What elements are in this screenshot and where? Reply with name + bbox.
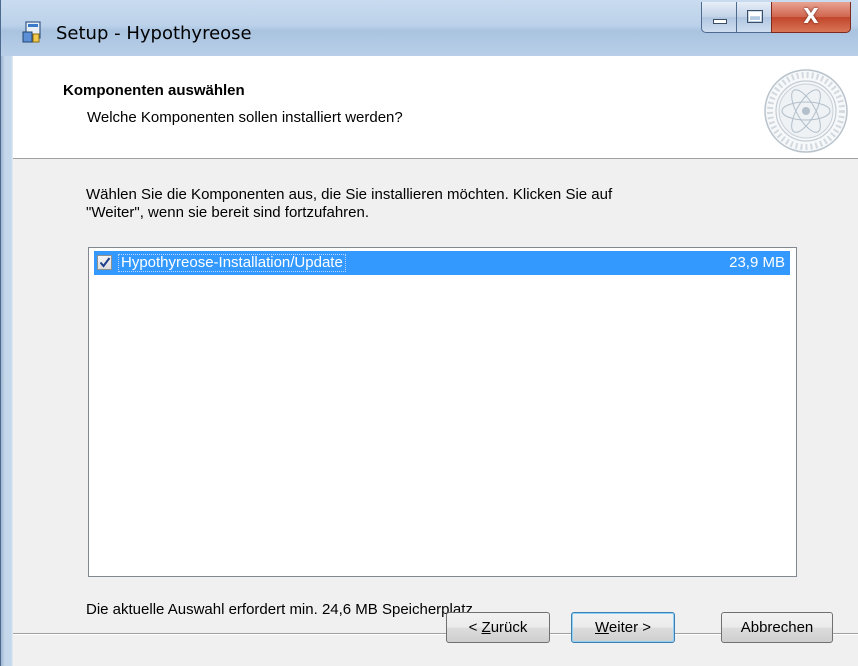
window-title: Setup - Hypothyreose <box>56 23 252 44</box>
back-button[interactable]: < Zurück <box>446 612 550 643</box>
minimize-icon <box>713 19 727 24</box>
component-size: 23,9 MB <box>729 254 785 271</box>
university-seal-icon <box>763 68 849 154</box>
disk-space-status: Die aktuelle Auswahl erfordert min. 24,6… <box>86 601 478 618</box>
next-button-accelerator: W <box>595 619 609 636</box>
back-button-accelerator: Z <box>481 619 491 636</box>
cancel-button[interactable]: Abbrechen <box>721 612 833 643</box>
instruction-text: Wählen Sie die Komponenten aus, die Sie … <box>86 186 786 222</box>
maximize-button[interactable] <box>736 2 772 33</box>
wizard-header: Komponenten auswählen Welche Komponenten… <box>13 56 858 159</box>
instruction-line-1: Wählen Sie die Komponenten aus, die Sie … <box>86 186 613 203</box>
component-checkbox[interactable] <box>97 255 112 270</box>
page-subtitle: Welche Komponenten sollen installiert we… <box>87 109 403 126</box>
title-bar[interactable]: Setup - Hypothyreose X <box>1 0 858 56</box>
dialog-client-area: Komponenten auswählen Welche Komponenten… <box>13 56 858 666</box>
back-button-prefix: < <box>468 619 482 636</box>
components-list[interactable]: Hypothyreose-Installation/Update 23,9 MB <box>88 247 797 577</box>
setup-icon <box>21 20 45 44</box>
list-item[interactable]: Hypothyreose-Installation/Update 23,9 MB <box>94 251 790 275</box>
component-label: Hypothyreose-Installation/Update <box>118 254 346 272</box>
back-button-label: urück <box>490 619 528 636</box>
page-title: Komponenten auswählen <box>63 82 245 99</box>
close-icon: X <box>803 4 819 28</box>
next-button-label: eiter > <box>608 619 651 636</box>
instruction-line-2: "Weiter", wenn sie bereit sind fortzufah… <box>86 204 370 221</box>
caption-buttons: X <box>701 2 853 36</box>
minimize-button[interactable] <box>701 2 737 33</box>
close-button[interactable]: X <box>771 2 851 33</box>
maximize-icon <box>747 10 763 23</box>
next-button[interactable]: Weiter > <box>571 612 675 643</box>
setup-window: Setup - Hypothyreose X Komponenten auswä… <box>0 0 858 666</box>
